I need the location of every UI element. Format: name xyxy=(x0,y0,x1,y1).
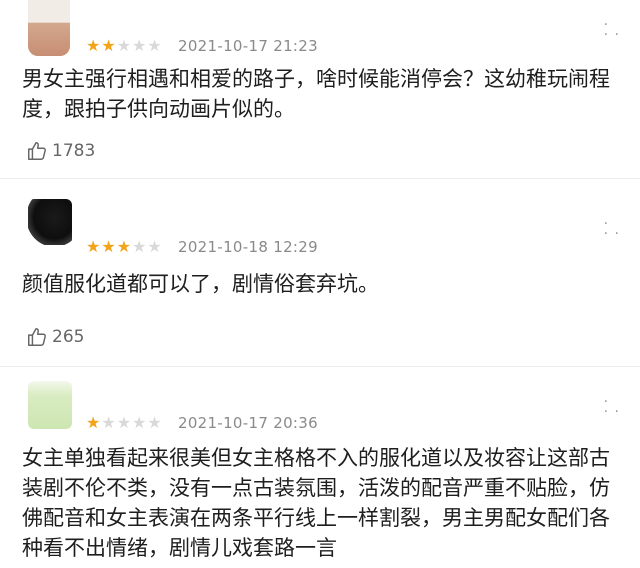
more-dots-icon[interactable]: · · · xyxy=(604,395,620,419)
star-icon: ★ xyxy=(147,413,162,432)
star-icon: ★ xyxy=(132,36,147,55)
star-icon: ★ xyxy=(101,237,116,256)
thumbs-up-icon xyxy=(26,140,48,162)
star-icon: ★ xyxy=(86,413,101,432)
review-item: ★ ★ ★ ★ ★ 2021-10-17 21:23 · · · 男女主强行相遇和… xyxy=(0,0,640,178)
star-icon: ★ xyxy=(132,237,147,256)
rating-stars: ★ ★ ★ ★ ★ xyxy=(86,38,162,54)
avatar[interactable] xyxy=(28,199,72,245)
avatar[interactable] xyxy=(28,0,70,56)
thumbs-up-icon xyxy=(26,326,48,348)
more-dots-icon[interactable]: · · · xyxy=(604,18,620,42)
star-icon: ★ xyxy=(147,36,162,55)
review-content: 男女主强行相遇和相爱的路子，啥时候能消停会？这幼稚玩闹程度，跟拍子供向动画片似的… xyxy=(22,67,610,121)
star-icon: ★ xyxy=(116,413,132,432)
rating-stars: ★ ★ ★ ★ ★ xyxy=(86,239,162,255)
star-icon: ★ xyxy=(147,237,162,256)
star-icon: ★ xyxy=(101,36,116,55)
star-icon: ★ xyxy=(132,413,147,432)
like-button[interactable]: 1783 xyxy=(26,140,95,162)
like-button[interactable]: 265 xyxy=(26,326,84,348)
star-icon: ★ xyxy=(116,237,132,256)
star-icon: ★ xyxy=(101,413,116,432)
star-icon: ★ xyxy=(86,237,101,256)
like-count: 265 xyxy=(52,327,85,347)
like-count: 1783 xyxy=(52,141,96,161)
avatar[interactable] xyxy=(28,381,72,429)
review-time: 2021-10-18 12:29 xyxy=(178,238,318,256)
star-icon: ★ xyxy=(116,36,132,55)
star-icon: ★ xyxy=(86,36,101,55)
review-item: ★ ★ ★ ★ ★ 2021-10-17 20:36 · · · 女主单独看起来很… xyxy=(0,366,640,567)
more-dots-icon[interactable]: · · · xyxy=(604,217,620,241)
rating-stars: ★ ★ ★ ★ ★ xyxy=(86,415,162,431)
review-content: 女主单独看起来很美但女主格格不入的服化道以及妆容让这部古装剧不伦不类，没有一点古… xyxy=(22,446,610,560)
review-time: 2021-10-17 21:23 xyxy=(178,37,318,55)
review-content: 颜值服化道都可以了，剧情俗套弃坑。 xyxy=(22,272,379,296)
review-time: 2021-10-17 20:36 xyxy=(178,414,318,432)
review-item: ★ ★ ★ ★ ★ 2021-10-18 12:29 · · · 颜值服化道都可以… xyxy=(0,178,640,366)
